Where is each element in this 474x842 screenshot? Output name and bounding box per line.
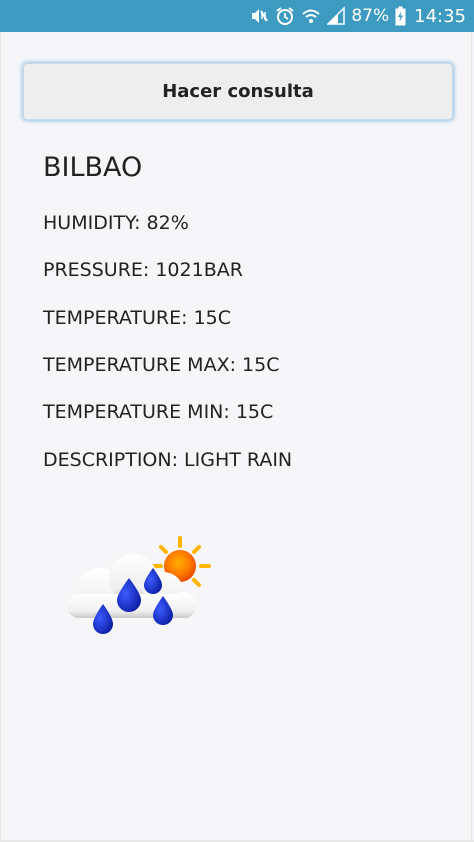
battery-charging-icon [395, 6, 406, 26]
alarm-icon [275, 6, 295, 26]
light-rain-icon [65, 534, 215, 650]
temperature-min-label: TEMPERATURE MIN: 15C [43, 401, 274, 423]
pressure-label: PRESSURE: 1021BAR [43, 259, 243, 281]
mute-vibrate-icon [249, 6, 269, 26]
wifi-icon [301, 6, 321, 26]
query-button[interactable]: Hacer consulta [23, 63, 453, 120]
humidity-label: HUMIDITY: 82% [43, 212, 189, 234]
clock-time: 14:35 [414, 5, 466, 27]
main-content: Hacer consulta BILBAO HUMIDITY: 82% PRES… [0, 32, 472, 840]
city-name: BILBAO [43, 152, 143, 183]
status-bar: 87% 14:35 [0, 0, 474, 32]
status-icons: 87% 14:35 [249, 0, 466, 32]
temperature-max-label: TEMPERATURE MAX: 15C [43, 354, 280, 376]
signal-icon [327, 6, 346, 26]
battery-percent: 87% [351, 6, 390, 26]
description-label: DESCRIPTION: LIGHT RAIN [43, 449, 293, 471]
temperature-label: TEMPERATURE: 15C [43, 307, 232, 329]
